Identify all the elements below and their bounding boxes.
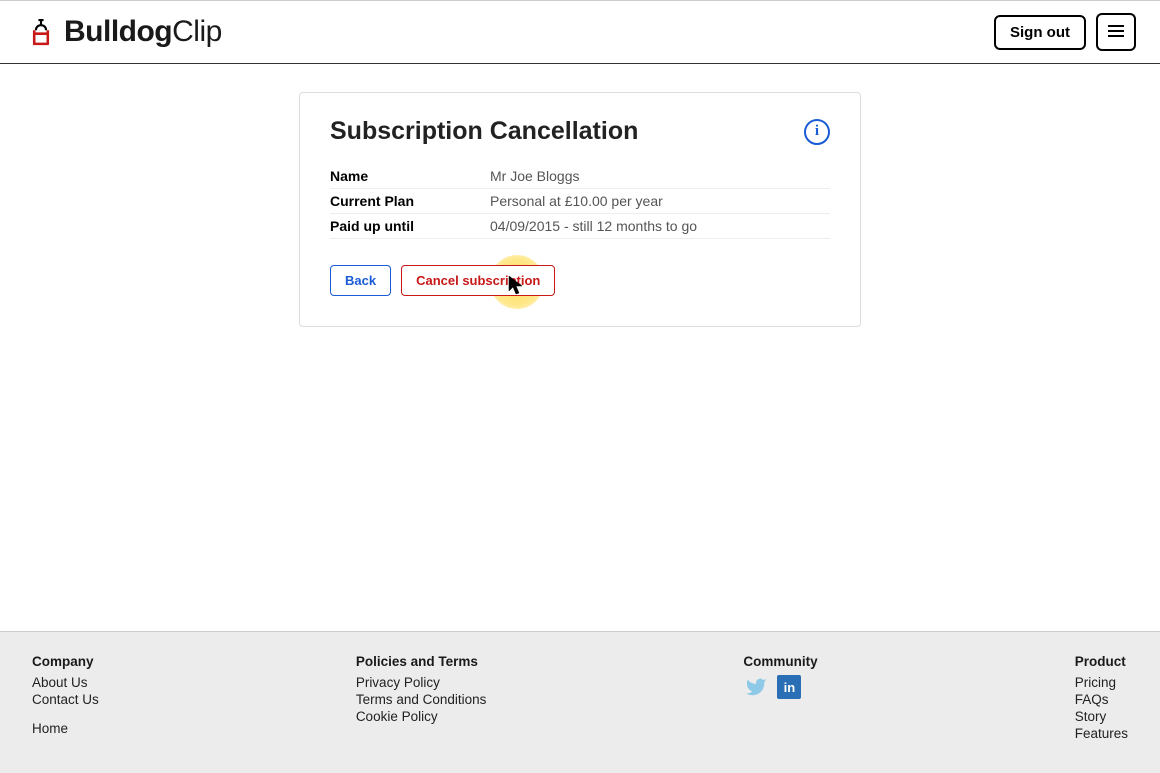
menu-button[interactable] xyxy=(1096,13,1136,51)
table-row: Current Plan Personal at £10.00 per year xyxy=(330,189,830,214)
row-label: Paid up until xyxy=(330,214,490,239)
footer-community: Community in xyxy=(743,654,817,743)
footer-link-pricing[interactable]: Pricing xyxy=(1075,675,1128,690)
linkedin-icon[interactable]: in xyxy=(777,675,801,699)
footer-link-cookie[interactable]: Cookie Policy xyxy=(356,709,487,724)
subscription-card: Subscription Cancellation i Name Mr Joe … xyxy=(299,92,861,327)
row-label: Name xyxy=(330,164,490,189)
header-actions: Sign out xyxy=(994,13,1136,51)
footer-heading: Product xyxy=(1075,654,1128,669)
row-value: 04/09/2015 - still 12 months to go xyxy=(490,214,830,239)
twitter-icon[interactable] xyxy=(743,675,769,699)
footer-heading: Company xyxy=(32,654,99,669)
details-table: Name Mr Joe Bloggs Current Plan Personal… xyxy=(330,164,830,239)
footer-link-features[interactable]: Features xyxy=(1075,726,1128,741)
footer-heading: Community xyxy=(743,654,817,669)
hamburger-icon xyxy=(1108,24,1124,41)
footer-link-terms[interactable]: Terms and Conditions xyxy=(356,692,487,707)
table-row: Name Mr Joe Bloggs xyxy=(330,164,830,189)
sign-out-button[interactable]: Sign out xyxy=(994,15,1086,50)
header-bar: BulldogClip Sign out xyxy=(0,0,1160,64)
footer-heading: Policies and Terms xyxy=(356,654,487,669)
main-content: Subscription Cancellation i Name Mr Joe … xyxy=(0,64,1160,327)
footer-product: Product Pricing FAQs Story Features xyxy=(1075,654,1128,743)
row-value: Personal at £10.00 per year xyxy=(490,189,830,214)
footer-link-privacy[interactable]: Privacy Policy xyxy=(356,675,487,690)
row-label: Current Plan xyxy=(330,189,490,214)
card-title: Subscription Cancellation xyxy=(330,117,638,146)
footer-policies: Policies and Terms Privacy Policy Terms … xyxy=(356,654,487,743)
row-value: Mr Joe Bloggs xyxy=(490,164,830,189)
footer: Company About Us Contact Us Home Policie… xyxy=(0,631,1160,773)
info-icon[interactable]: i xyxy=(804,119,830,145)
table-row: Paid up until 04/09/2015 - still 12 mont… xyxy=(330,214,830,239)
footer-link-about[interactable]: About Us xyxy=(32,675,99,690)
button-row: Back Cancel subscription xyxy=(330,265,830,296)
logo[interactable]: BulldogClip xyxy=(24,15,222,49)
footer-link-faqs[interactable]: FAQs xyxy=(1075,692,1128,707)
bulldogclip-icon xyxy=(24,15,58,49)
footer-link-home[interactable]: Home xyxy=(32,721,99,736)
footer-link-story[interactable]: Story xyxy=(1075,709,1128,724)
footer-company: Company About Us Contact Us Home xyxy=(32,654,99,743)
back-button[interactable]: Back xyxy=(330,265,391,296)
cancel-subscription-button[interactable]: Cancel subscription xyxy=(401,265,555,296)
logo-text: BulldogClip xyxy=(64,15,222,49)
footer-link-contact[interactable]: Contact Us xyxy=(32,692,99,707)
